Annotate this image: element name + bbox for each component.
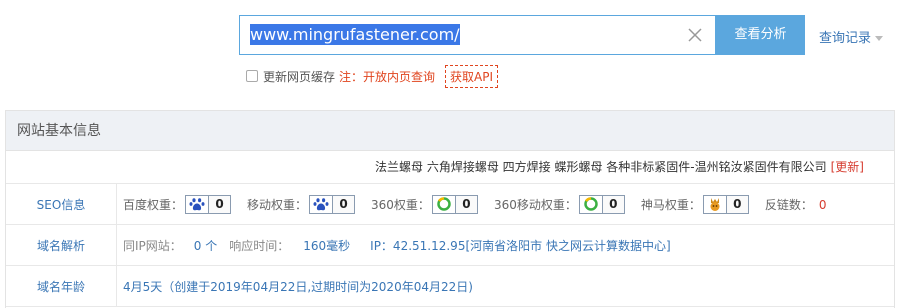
mobile-weight-badge[interactable]: 0 (309, 194, 356, 214)
site-info-panel: 网站基本信息 法兰螺母 六角焊接螺母 四方焊接 蝶形螺母 各种非标紧固件-温州铭… (5, 110, 895, 308)
query-history-label: 查询记录 (819, 31, 872, 46)
site-title-row: 法兰螺母 六角焊接螺母 四方焊接 蝶形螺母 各种非标紧固件-温州铭汝紧固件有限公… (6, 151, 894, 184)
response-time-value: 160毫秒 (303, 238, 351, 253)
360-mobile-weight[interactable]: 360移动权重： 0 (493, 194, 625, 214)
360-weight-label: 360权重： (371, 197, 430, 212)
baidu-paw-icon (310, 195, 333, 213)
options-row: 更新网页缓存 注：开放内页查询 获取API (246, 64, 499, 88)
update-cache-checkbox[interactable] (246, 70, 258, 82)
query-history-dropdown[interactable]: 查询记录 (819, 27, 884, 46)
shenma-weight-value: 0 (725, 195, 748, 213)
dns-label: 域名解析 (6, 225, 117, 265)
360-weight[interactable]: 360权重： 0 (371, 194, 478, 214)
baidu-paw-icon (186, 195, 209, 213)
response-time-label: 响应时间： (229, 238, 290, 253)
shenma-weight-label: 神马权重： (640, 197, 701, 212)
360-icon (579, 195, 602, 213)
same-ip-value[interactable]: 0 个 (194, 237, 217, 254)
search-box[interactable]: www.mingrufastener.com/ (239, 15, 716, 55)
outlinks-label: 反链数： (764, 197, 813, 212)
domain-age-value: 4月5天（创建于2019年04月22日,过期时间为2020年04月22日) (123, 279, 473, 294)
inner-page-note: 注：开放内页查询 (339, 69, 436, 84)
shenma-weight-badge[interactable]: 0 (702, 194, 749, 214)
outlinks-value: 0 (818, 197, 827, 212)
panel-title: 网站基本信息 (6, 111, 894, 151)
site-title: 法兰螺母 六角焊接螺母 四方焊接 蝶形螺母 各种非标紧固件-温州铭汝紧固件有限公… (375, 160, 827, 174)
360-icon (432, 195, 455, 213)
shenma-icon (703, 195, 726, 213)
baidu-weight-label: 百度权重： (123, 197, 184, 212)
outlinks[interactable]: 反链数： 0 (765, 196, 827, 213)
page: www.mingrufastener.com/ 查看分析 查询记录 更新网页缓存… (0, 0, 899, 308)
360-weight-value: 0 (454, 195, 477, 213)
seo-label: SEO信息 (6, 184, 117, 224)
same-ip-label: 同IP网站： (123, 238, 182, 253)
domain-age-content: 4月5天（创建于2019年04月22日,过期时间为2020年04月22日) (117, 266, 473, 306)
mobile-weight[interactable]: 移动权重： 0 (247, 194, 356, 214)
mobile-weight-label: 移动权重： (247, 197, 308, 212)
get-api-button[interactable]: 获取API (445, 64, 499, 88)
baidu-weight[interactable]: 百度权重： 0 (123, 194, 232, 214)
360-mobile-weight-label: 360移动权重： (493, 197, 577, 212)
search-input-value: www.mingrufastener.com/ (250, 24, 460, 45)
refresh-link[interactable]: [更新] (831, 160, 864, 174)
baidu-weight-badge[interactable]: 0 (185, 194, 232, 214)
baidu-weight-value: 0 (208, 195, 231, 213)
view-analysis-button[interactable]: 查看分析 (716, 15, 805, 55)
dns-content: 同IP网站： 0 个 响应时间： 160毫秒 IP：42.51.12.95[河南… (117, 225, 671, 265)
seo-content: 百度权重： 0 移动权重： 0 360权重： 0 360移动权重： 0 神马权重… (117, 184, 827, 224)
360-mobile-weight-value: 0 (601, 195, 624, 213)
clear-icon[interactable] (687, 27, 703, 43)
dns-row: 域名解析 同IP网站： 0 个 响应时间： 160毫秒 IP：42.51.12.… (6, 225, 894, 266)
ip-info-link[interactable]: IP：42.51.12.95[河南省洛阳市 快之网云计算数据中心] (370, 237, 670, 254)
domain-age-label: 域名年龄 (6, 266, 117, 306)
search-input[interactable]: www.mingrufastener.com/ (240, 16, 680, 54)
shenma-weight[interactable]: 神马权重： 0 (640, 194, 749, 214)
mobile-weight-value: 0 (332, 195, 355, 213)
chevron-down-icon (875, 36, 884, 41)
update-cache-label[interactable]: 更新网页缓存 (263, 68, 335, 85)
360-weight-badge[interactable]: 0 (431, 194, 478, 214)
domain-age-row: 域名年龄 4月5天（创建于2019年04月22日,过期时间为2020年04月22… (6, 266, 894, 307)
seo-row: SEO信息 百度权重： 0 移动权重： 0 360权重： 0 360移动权重： … (6, 184, 894, 225)
360-mobile-weight-badge[interactable]: 0 (578, 194, 625, 214)
